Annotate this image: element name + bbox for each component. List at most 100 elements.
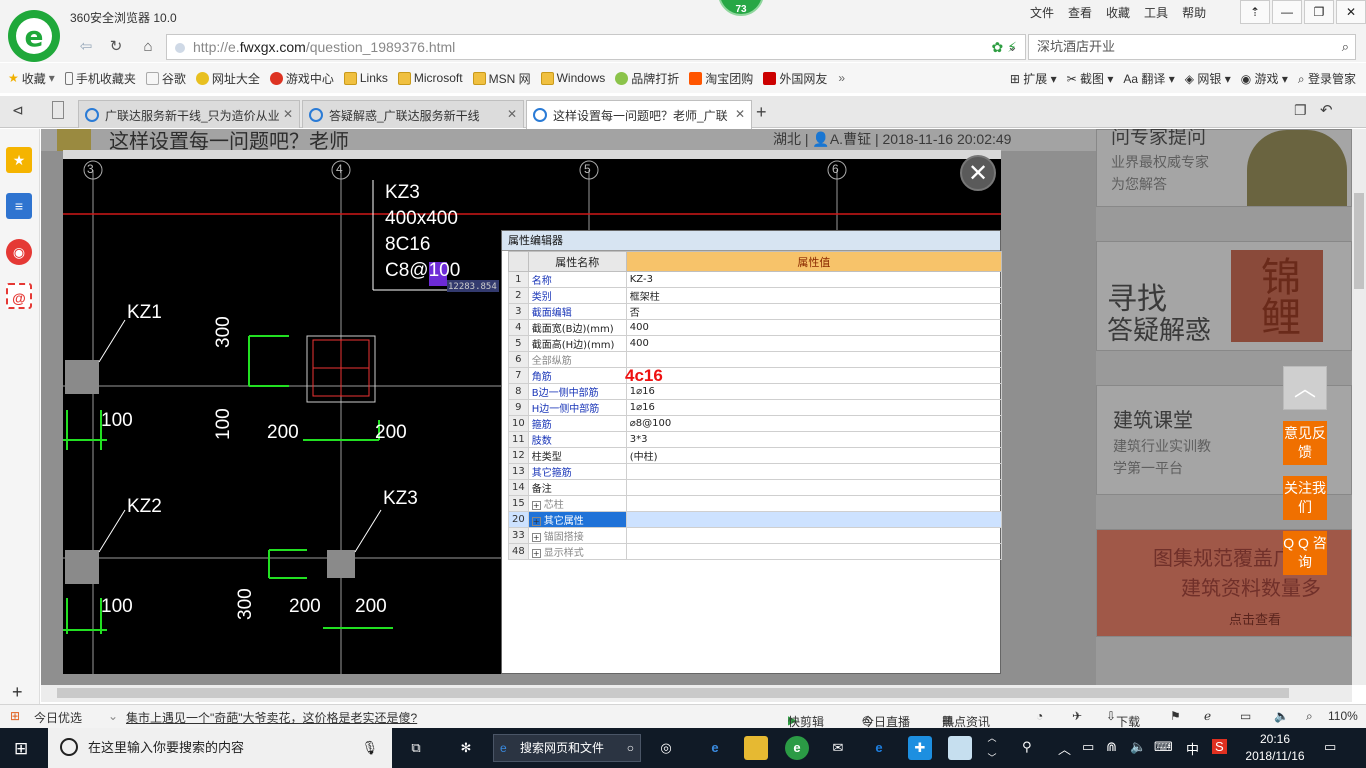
property-value[interactable] <box>625 351 1003 368</box>
bookmark-msn[interactable]: MSN 网 <box>472 70 531 87</box>
expand-icon[interactable]: + <box>531 533 541 542</box>
mail-icon[interactable]: ✉ <box>826 736 850 760</box>
news-label[interactable]: 今日优选 <box>34 709 82 726</box>
mail-icon[interactable]: @ <box>6 283 32 309</box>
menu-tools[interactable]: 工具 <box>1144 4 1168 21</box>
back-icon[interactable]: ⇦ <box>74 36 98 58</box>
expert-card[interactable]: 问专家提问 业界最权威专家 为您解答 <box>1096 129 1352 207</box>
network-icon[interactable]: ▭ <box>1082 739 1094 755</box>
property-row[interactable]: 5 截面高(H边)(mm) 400 <box>508 335 1003 352</box>
vertical-scrollbar[interactable] <box>1352 129 1366 685</box>
close-window-button[interactable]: ✕ <box>1336 0 1366 24</box>
feedback-button[interactable]: 意见反馈 <box>1283 421 1327 465</box>
property-value[interactable]: KZ-3 <box>625 271 1003 288</box>
bookmark-mobile[interactable]: 手机收藏夹 <box>64 70 136 87</box>
360-browser-icon[interactable]: e <box>785 736 809 760</box>
property-row[interactable]: 14 备注 <box>508 479 1003 496</box>
sogou-icon[interactable]: S <box>1212 739 1227 754</box>
zoom-level[interactable]: 110% <box>1328 709 1358 723</box>
close-tab-icon[interactable]: ✕ <box>283 107 293 121</box>
reload-icon[interactable]: ↻ <box>104 36 128 58</box>
property-value[interactable]: 400 <box>625 335 1003 352</box>
property-value[interactable] <box>625 511 1003 528</box>
property-value[interactable]: 否 <box>625 303 1003 320</box>
property-value[interactable] <box>625 479 1003 496</box>
expand-icon[interactable]: + <box>531 501 541 510</box>
speed-icon[interactable]: ◔ <box>1036 709 1043 723</box>
follow-button[interactable]: 关注我们 <box>1283 476 1327 520</box>
store-icon[interactable]: ✚ <box>908 736 932 760</box>
flag-icon[interactable]: ⚑ <box>1170 709 1181 723</box>
qq-button[interactable]: Q Q 咨询 <box>1283 531 1327 575</box>
window-icon[interactable]: ▭ <box>1240 709 1251 723</box>
add-sidebar-button[interactable]: + <box>12 682 23 703</box>
property-row[interactable]: 7 角筋 <box>508 367 1003 384</box>
property-row[interactable]: 1 名称 KZ-3 <box>508 271 1003 288</box>
home-icon[interactable]: ⌂ <box>136 36 160 58</box>
property-row[interactable]: 11 肢数 3*3 <box>508 431 1003 448</box>
tab-3-active[interactable]: 这样设置每一问题吧？老师_广联 ✕ <box>526 100 752 129</box>
ime-indicator[interactable]: 中 <box>1186 739 1199 758</box>
expand-icon[interactable]: + <box>531 549 541 558</box>
back-to-top-button[interactable]: ︿ <box>1283 366 1327 410</box>
bookmark-windows[interactable]: Windows <box>540 71 605 85</box>
bookmark-links[interactable]: Links <box>343 71 388 85</box>
edge-icon[interactable]: e <box>867 736 891 760</box>
address-input[interactable]: http://e.fwxgx.com/question_1989376.html… <box>166 34 1026 60</box>
screenshot-button[interactable]: ✂ 截图 ▾ <box>1067 70 1114 87</box>
volume-tray-icon[interactable]: 🔈 <box>1130 739 1146 755</box>
file-explorer-icon[interactable] <box>744 736 768 760</box>
keyboard-icon[interactable]: ⌨ <box>1154 739 1173 755</box>
menu-file[interactable]: 文件 <box>1030 4 1054 21</box>
property-row[interactable]: 3 截面编辑 否 <box>508 303 1003 320</box>
property-row[interactable]: 33 + 锚固搭接 <box>508 527 1003 544</box>
property-row[interactable]: 13 其它箍筋 <box>508 463 1003 480</box>
property-value[interactable]: 1⌀16 <box>625 383 1003 400</box>
bookmark-discount[interactable]: 品牌打折 <box>615 70 679 87</box>
news-icon[interactable]: ≡ <box>6 193 32 219</box>
property-value[interactable] <box>625 527 1003 544</box>
bookmark-favorites[interactable]: ★ 收藏 ▾ <box>8 70 55 87</box>
task-view-icon[interactable]: ⧉ <box>404 736 428 760</box>
notification-badge[interactable]: 73 <box>718 0 764 16</box>
property-value[interactable]: 1⌀16 <box>625 399 1003 416</box>
taskbar-scroll[interactable]: ︿ ﹀ <box>986 728 998 768</box>
bookmark-sites[interactable]: 网址大全 <box>195 70 260 87</box>
login-manager-button[interactable]: ⌕ 登录管家 <box>1298 70 1356 87</box>
property-row[interactable]: 8 B边一侧中部筋 1⌀16 <box>508 383 1003 400</box>
windows-start-icon[interactable]: ⊞ <box>14 739 28 759</box>
translate-button[interactable]: Aa 翻译 ▾ <box>1123 70 1174 87</box>
weibo-icon[interactable]: ◉ <box>6 239 32 265</box>
web-search-box[interactable]: e 搜索网页和文件 ○ <box>493 734 641 762</box>
zoom-icon[interactable]: ⌕ <box>1306 709 1313 724</box>
bookmark-taobao[interactable]: 淘宝团购 <box>689 70 753 87</box>
property-row[interactable]: 20 + 其它属性 <box>508 511 1003 528</box>
property-row[interactable]: 2 类别 框架柱 <box>508 287 1003 304</box>
property-value[interactable] <box>625 463 1003 480</box>
property-value[interactable]: 框架柱 <box>625 287 1003 304</box>
property-row[interactable]: 15 + 芯柱 <box>508 495 1003 512</box>
extensions-button[interactable]: ⊞ 扩展 ▾ <box>1010 70 1057 87</box>
property-value[interactable]: 3*3 <box>625 431 1003 448</box>
clock[interactable]: 20:16 2018/11/16 <box>1240 731 1310 765</box>
pin-button[interactable]: ⇡ <box>1240 0 1270 24</box>
property-row[interactable]: 10 箍筋 ⌀8@100 <box>508 415 1003 432</box>
menu-view[interactable]: 查看 <box>1068 4 1092 21</box>
maximize-button[interactable]: ❐ <box>1304 0 1334 24</box>
taskbar-search-input[interactable]: 在这里输入你要搜索的内容 🎙 <box>48 728 392 768</box>
mic-icon[interactable]: 🎙 <box>361 728 378 768</box>
tab-1[interactable]: 广联达服务新干线_只为造价从业 ✕ <box>78 100 300 128</box>
menu-favorites[interactable]: 收藏 <box>1106 4 1130 21</box>
accelerate-icon[interactable]: ✈ <box>1072 709 1082 723</box>
bookmark-games[interactable]: 游戏中心 <box>269 70 334 87</box>
search-input[interactable]: ⌄ 深坑酒店开业 ⌕ <box>1007 34 1356 60</box>
favorites-star-icon[interactable]: ★ <box>6 147 32 173</box>
property-value[interactable] <box>625 495 1003 512</box>
download-button[interactable]: ⇩ 下载 <box>1106 709 1140 729</box>
games-button[interactable]: ◉ 游戏 ▾ <box>1241 70 1288 87</box>
wifi-icon[interactable]: ⋒ <box>1106 739 1117 755</box>
property-value[interactable]: (中柱) <box>625 447 1003 464</box>
search-icon[interactable]: ⌕ <box>1342 35 1349 59</box>
bookmark-google[interactable]: 谷歌 <box>145 70 186 87</box>
close-tab-icon[interactable]: ✕ <box>735 107 745 121</box>
